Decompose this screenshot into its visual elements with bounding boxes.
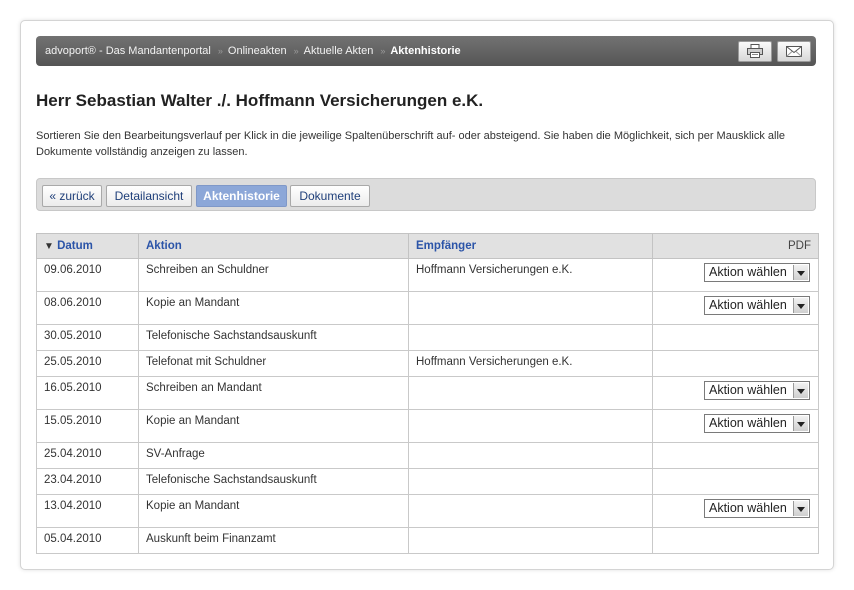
history-table-wrap: ▼ Datum Aktion Empfänger PDF 09.06.2010 S… bbox=[36, 233, 819, 554]
cell-empfaenger bbox=[408, 442, 653, 469]
cell-empfaenger: Hoffmann Versicherungen e.K. bbox=[408, 258, 653, 292]
breadcrumb-bar: advoport® - Das Mandantenportal » Onlineak… bbox=[36, 36, 816, 66]
mail-button[interactable] bbox=[777, 41, 811, 62]
cell-aktion: SV-Anfrage bbox=[138, 442, 409, 469]
cell-datum: 23.04.2010 bbox=[36, 468, 139, 495]
table-row: 25.05.2010 Telefonat mit Schuldner Hoffman… bbox=[36, 350, 819, 377]
breadcrumb-onlineakten[interactable]: Onlineakten bbox=[228, 45, 287, 57]
action-select-label: Aktion wählen bbox=[709, 298, 787, 312]
breadcrumb-separator: » bbox=[380, 46, 386, 56]
dropdown-arrow-icon[interactable] bbox=[793, 416, 808, 431]
cell-aktion: Kopie an Mandant bbox=[138, 291, 409, 325]
breadcrumb-current: Aktenhistorie bbox=[390, 45, 461, 57]
cell-datum: 08.06.2010 bbox=[36, 291, 139, 325]
tab-dokumente[interactable]: Dokumente bbox=[290, 185, 370, 207]
cell-aktion: Telefonische Sachstandsauskunft bbox=[138, 468, 409, 495]
cell-datum: 25.04.2010 bbox=[36, 442, 139, 469]
table-row: 05.04.2010 Auskunft beim Finanzamt bbox=[36, 527, 819, 554]
action-select[interactable]: Aktion wählen bbox=[704, 296, 810, 315]
cell-pdf bbox=[652, 442, 819, 469]
cell-datum: 15.05.2010 bbox=[36, 409, 139, 443]
cell-empfaenger bbox=[408, 409, 653, 443]
dropdown-arrow-icon[interactable] bbox=[793, 265, 808, 280]
cell-empfaenger bbox=[408, 468, 653, 495]
table-row: 16.05.2010 Schreiben an Mandant Aktion wäh… bbox=[36, 376, 819, 410]
cell-aktion: Telefonische Sachstandsauskunft bbox=[138, 324, 409, 351]
table-row: 30.05.2010 Telefonische Sachstandsauskunf… bbox=[36, 324, 819, 351]
action-select-label: Aktion wählen bbox=[709, 416, 787, 430]
cell-pdf bbox=[652, 527, 819, 554]
action-select-label: Aktion wählen bbox=[709, 265, 787, 279]
cell-pdf: Aktion wählen bbox=[652, 409, 819, 443]
content-panel: advoport® - Das Mandantenportal » Onlineak… bbox=[20, 20, 834, 570]
cell-pdf: Aktion wählen bbox=[652, 494, 819, 528]
cell-pdf bbox=[652, 468, 819, 495]
sort-desc-icon: ▼ bbox=[44, 241, 54, 252]
cell-pdf bbox=[652, 350, 819, 377]
dropdown-arrow-icon[interactable] bbox=[793, 298, 808, 313]
column-header-empfaenger[interactable]: Empfänger bbox=[408, 233, 653, 259]
cell-datum: 25.05.2010 bbox=[36, 350, 139, 377]
action-select[interactable]: Aktion wählen bbox=[704, 381, 810, 400]
table-row: 15.05.2010 Kopie an Mandant Aktion wählen bbox=[36, 409, 819, 443]
action-select-label: Aktion wählen bbox=[709, 501, 787, 515]
cell-aktion: Telefonat mit Schuldner bbox=[138, 350, 409, 377]
cell-empfaenger bbox=[408, 494, 653, 528]
table-row: 25.04.2010 SV-Anfrage bbox=[36, 442, 819, 469]
intro-text: Sortieren Sie den Bearbeitungsverlauf pe… bbox=[36, 130, 786, 158]
table-row: 13.04.2010 Kopie an Mandant Aktion wählen bbox=[36, 494, 819, 528]
table-row: 23.04.2010 Telefonische Sachstandsauskunf… bbox=[36, 468, 819, 495]
cell-empfaenger: Hoffmann Versicherungen e.K. bbox=[408, 350, 653, 377]
cell-pdf: Aktion wählen bbox=[652, 376, 819, 410]
page-title: Herr Sebastian Walter ./. Hoffmann Versi… bbox=[36, 91, 484, 110]
envelope-icon bbox=[786, 46, 802, 57]
cell-aktion: Kopie an Mandant bbox=[138, 409, 409, 443]
breadcrumb-separator: » bbox=[293, 46, 299, 56]
cell-empfaenger bbox=[408, 291, 653, 325]
action-select[interactable]: Aktion wählen bbox=[704, 499, 810, 518]
cell-pdf: Aktion wählen bbox=[652, 258, 819, 292]
breadcrumb-home[interactable]: advoport® - Das Mandantenportal bbox=[45, 45, 211, 57]
action-select[interactable]: Aktion wählen bbox=[704, 414, 810, 433]
table-body: 09.06.2010 Schreiben an Schuldner Hoffmann… bbox=[36, 258, 819, 554]
column-header-aktion[interactable]: Aktion bbox=[138, 233, 409, 259]
cell-empfaenger bbox=[408, 376, 653, 410]
tab-detailansicht[interactable]: Detailansicht bbox=[106, 185, 192, 207]
action-select-label: Aktion wählen bbox=[709, 383, 787, 397]
action-select[interactable]: Aktion wählen bbox=[704, 263, 810, 282]
cell-pdf: Aktion wählen bbox=[652, 291, 819, 325]
tab-bar: « zurück Detailansicht Aktenhistorie Dok… bbox=[36, 178, 816, 211]
dropdown-arrow-icon[interactable] bbox=[793, 501, 808, 516]
breadcrumb: advoport® - Das Mandantenportal » Onlineak… bbox=[45, 36, 461, 66]
table-row: 09.06.2010 Schreiben an Schuldner Hoffmann… bbox=[36, 258, 819, 292]
cell-datum: 13.04.2010 bbox=[36, 494, 139, 528]
column-header-pdf: PDF bbox=[652, 233, 819, 259]
column-header-label: Datum bbox=[57, 240, 93, 252]
printer-icon bbox=[747, 44, 763, 58]
cell-aktion: Schreiben an Mandant bbox=[138, 376, 409, 410]
cell-datum: 09.06.2010 bbox=[36, 258, 139, 292]
table-row: 08.06.2010 Kopie an Mandant Aktion wählen bbox=[36, 291, 819, 325]
tab-aktenhistorie[interactable]: Aktenhistorie bbox=[196, 185, 287, 207]
cell-empfaenger bbox=[408, 324, 653, 351]
dropdown-arrow-icon[interactable] bbox=[793, 383, 808, 398]
column-header-datum[interactable]: ▼ Datum bbox=[36, 233, 139, 259]
history-table: ▼ Datum Aktion Empfänger PDF 09.06.2010 S… bbox=[36, 233, 819, 554]
cell-aktion: Kopie an Mandant bbox=[138, 494, 409, 528]
cell-empfaenger bbox=[408, 527, 653, 554]
cell-datum: 05.04.2010 bbox=[36, 527, 139, 554]
cell-datum: 16.05.2010 bbox=[36, 376, 139, 410]
print-button[interactable] bbox=[738, 41, 772, 62]
cell-aktion: Schreiben an Schuldner bbox=[138, 258, 409, 292]
cell-datum: 30.05.2010 bbox=[36, 324, 139, 351]
breadcrumb-separator: » bbox=[217, 46, 223, 56]
breadcrumb-aktuelle-akten[interactable]: Aktuelle Akten bbox=[304, 45, 374, 57]
cell-aktion: Auskunft beim Finanzamt bbox=[138, 527, 409, 554]
cell-pdf bbox=[652, 324, 819, 351]
back-button[interactable]: « zurück bbox=[42, 185, 102, 207]
